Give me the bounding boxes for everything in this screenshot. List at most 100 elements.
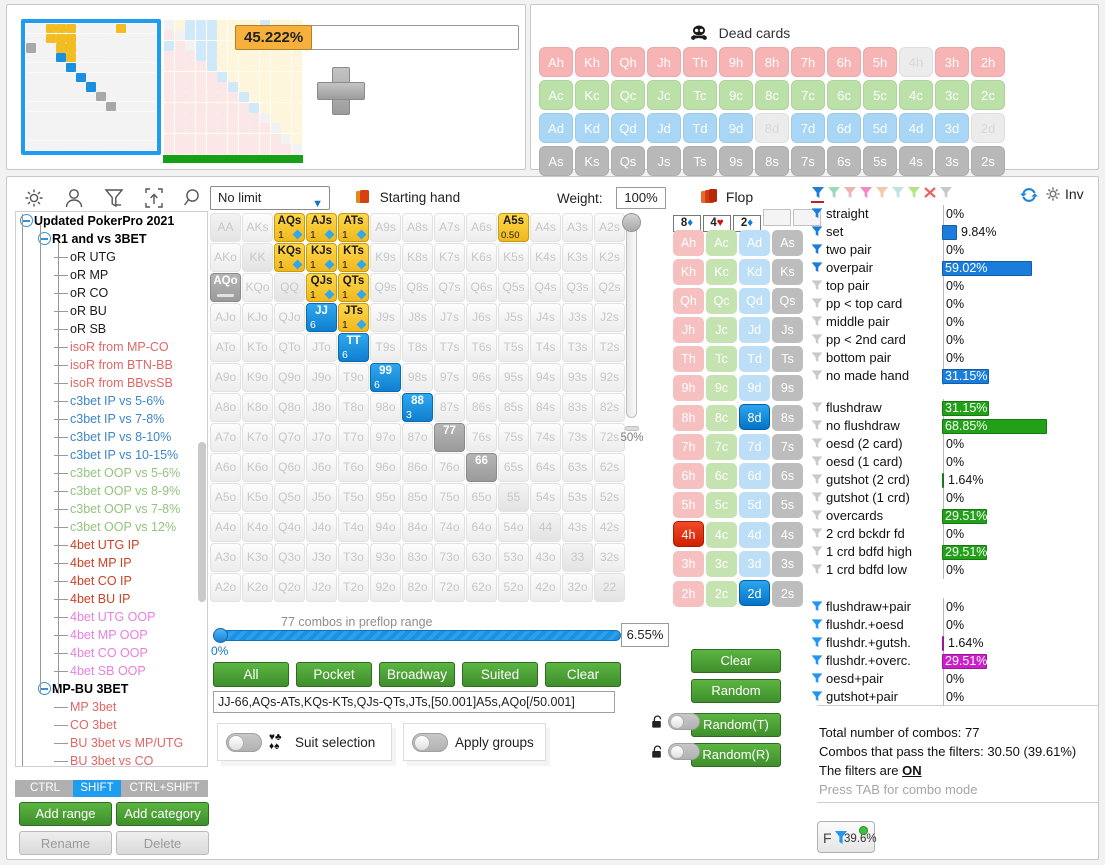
range-cell-T4o[interactable]: T4o (338, 513, 369, 542)
filter-preset-5-icon[interactable] (875, 185, 889, 200)
flop-card-Qs[interactable]: Qs (772, 288, 803, 314)
range-cell-J4o[interactable]: J4o (306, 513, 337, 542)
delete-button[interactable]: Delete (116, 831, 209, 855)
range-cell-K3o[interactable]: K3o (242, 543, 273, 572)
filter-funnel-icon[interactable] (811, 455, 823, 468)
range-string-input[interactable]: JJ-66,AQs-ATs,KQs-KTs,QJs-QTs,JTs,[50.00… (213, 691, 615, 713)
filter-row-oesd-pair[interactable]: oesd+pair 0% (811, 670, 1092, 688)
filter-funnel-icon[interactable] (811, 315, 823, 328)
range-cell-J3o[interactable]: J3o (306, 543, 337, 572)
range-cell-J9s[interactable]: J9s (370, 303, 401, 332)
starting-hand-label-row[interactable]: Starting hand (356, 190, 460, 205)
filter-funnel-icon[interactable] (811, 491, 823, 504)
modifier-ctrl-shift[interactable]: CTRL+SHIFT (123, 780, 206, 797)
range-cell-53o[interactable]: 53o (498, 543, 529, 572)
range-cell-K5o[interactable]: K5o (242, 483, 273, 512)
filter-row-flushdr-overc-[interactable]: flushdr.+overc. 29.51% (811, 652, 1092, 670)
range-cell-63o[interactable]: 63o (466, 543, 497, 572)
range-cell-J3s[interactable]: J3s (562, 303, 593, 332)
board-slot-4[interactable] (763, 209, 791, 226)
flop-card-8d[interactable]: 8d (739, 404, 770, 430)
range-cell-Q5s[interactable]: Q5s (498, 273, 529, 302)
range-cell-T5o[interactable]: T5o (338, 483, 369, 512)
range-cell-J2o[interactable]: J2o (306, 573, 337, 602)
tree-node[interactable]: BU 3bet vs MP/UTG (16, 734, 207, 752)
range-cell-Q6s[interactable]: Q6s (466, 273, 497, 302)
filter-funnel-icon[interactable] (811, 672, 823, 685)
range-cell-76s[interactable]: 76s (466, 423, 497, 452)
range-cell-J7o[interactable]: J7o (306, 423, 337, 452)
tree-node[interactable]: c3bet OOP vs 7-8% (16, 500, 207, 518)
range-cell-AA[interactable]: AA (210, 213, 241, 242)
range-cell-55[interactable]: 55 (498, 483, 529, 512)
flop-card-Jc[interactable]: Jc (706, 317, 737, 343)
range-cell-T7s[interactable]: T7s (434, 333, 465, 362)
tree-node[interactable]: 4bet MP IP (16, 554, 207, 572)
filter-funnel-icon[interactable] (811, 618, 823, 631)
filter-funnel-icon[interactable] (811, 419, 823, 432)
lock-icon-t[interactable] (651, 715, 664, 729)
dead-card-2h[interactable]: 2h (971, 47, 1005, 77)
dead-card-3s[interactable]: 3s (935, 146, 969, 176)
filter-inv-label[interactable]: Inv (1065, 186, 1084, 202)
dead-card-Ts[interactable]: Ts (683, 146, 717, 176)
filter-funnel-icon[interactable] (811, 636, 823, 649)
filter-row-middle-pair[interactable]: middle pair 0% (811, 313, 1092, 331)
filter-funnel-icon[interactable] (811, 297, 823, 310)
range-cell-87s[interactable]: 87s (434, 393, 465, 422)
flop-card-2s[interactable]: 2s (772, 581, 803, 607)
range-cell-A3o[interactable]: A3o (210, 543, 241, 572)
flop-card-Jh[interactable]: Jh (673, 317, 704, 343)
range-cell-ATs[interactable]: ATs 1 (338, 213, 369, 242)
suit-selection-toggle[interactable] (226, 733, 262, 752)
filter-icon[interactable] (101, 185, 127, 211)
flop-card-2d[interactable]: 2d (739, 580, 770, 606)
filter-row-gutshot-1-crd-[interactable]: gutshot (1 crd) 0% (811, 489, 1092, 507)
dead-card-9d[interactable]: 9d (719, 113, 753, 143)
flop-card-7c[interactable]: 7c (706, 434, 737, 460)
range-cell-A3s[interactable]: A3s (562, 213, 593, 242)
range-cell-KTo[interactable]: KTo (242, 333, 273, 362)
tree-node[interactable]: CO 3bet (16, 716, 207, 734)
dead-card-8d[interactable]: 8d (755, 113, 789, 143)
filter-settings-gear-icon[interactable] (1043, 184, 1063, 204)
filter-funnel-icon[interactable] (811, 545, 823, 558)
filter-row-2-crd-bckdr-fd[interactable]: 2 crd bckdr fd 0% (811, 525, 1092, 543)
range-cell-K5s[interactable]: K5s (498, 243, 529, 272)
range-cell-TT[interactable]: TT 6 (338, 333, 369, 362)
dead-card-Jh[interactable]: Jh (647, 47, 681, 77)
dead-card-Kc[interactable]: Kc (575, 80, 609, 110)
tree-node[interactable]: 4bet SB OOP (16, 662, 207, 680)
tree-node[interactable]: oR UTG (16, 248, 207, 266)
flop-clear-button[interactable]: Clear (691, 649, 781, 673)
filter-preset-4-icon[interactable] (859, 185, 873, 200)
range-cell-T6o[interactable]: T6o (338, 453, 369, 482)
range-preview-hero[interactable] (21, 19, 161, 155)
range-cell-75s[interactable]: 75s (498, 423, 529, 452)
flop-card-7h[interactable]: 7h (673, 434, 704, 460)
filter-row-overpair[interactable]: overpair 59.02% (811, 259, 1092, 277)
range-cell-64o[interactable]: 64o (466, 513, 497, 542)
range-cell-A6s[interactable]: A6s (466, 213, 497, 242)
tree-node[interactable]: 4bet CO OOP (16, 644, 207, 662)
range-cell-T4s[interactable]: T4s (530, 333, 561, 362)
dead-card-9s[interactable]: 9s (719, 146, 753, 176)
filter-funnel-icon[interactable] (811, 279, 823, 292)
dead-card-5h[interactable]: 5h (863, 47, 897, 77)
range-cell-T9o[interactable]: T9o (338, 363, 369, 392)
range-cell-K7o[interactable]: K7o (242, 423, 273, 452)
range-cell-97s[interactable]: 97s (434, 363, 465, 392)
filter-row-oesd-2-card-[interactable]: oesd (2 card) 0% (811, 435, 1092, 453)
dead-card-7d[interactable]: 7d (791, 113, 825, 143)
filter-row-two-pair[interactable]: two pair 0% (811, 241, 1092, 259)
range-cell-62o[interactable]: 62o (466, 573, 497, 602)
range-cell-K6s[interactable]: K6s (466, 243, 497, 272)
flop-card-7s[interactable]: 7s (772, 434, 803, 460)
tree-node[interactable]: isoR from BBvsSB (16, 374, 207, 392)
range-cell-42s[interactable]: 42s (594, 513, 625, 542)
dead-card-Ks[interactable]: Ks (575, 146, 609, 176)
range-cell-KQo[interactable]: KQo (242, 273, 273, 302)
range-cell-T7o[interactable]: T7o (338, 423, 369, 452)
add-range-plus-button[interactable] (317, 67, 365, 115)
flop-card-9s[interactable]: 9s (772, 375, 803, 401)
